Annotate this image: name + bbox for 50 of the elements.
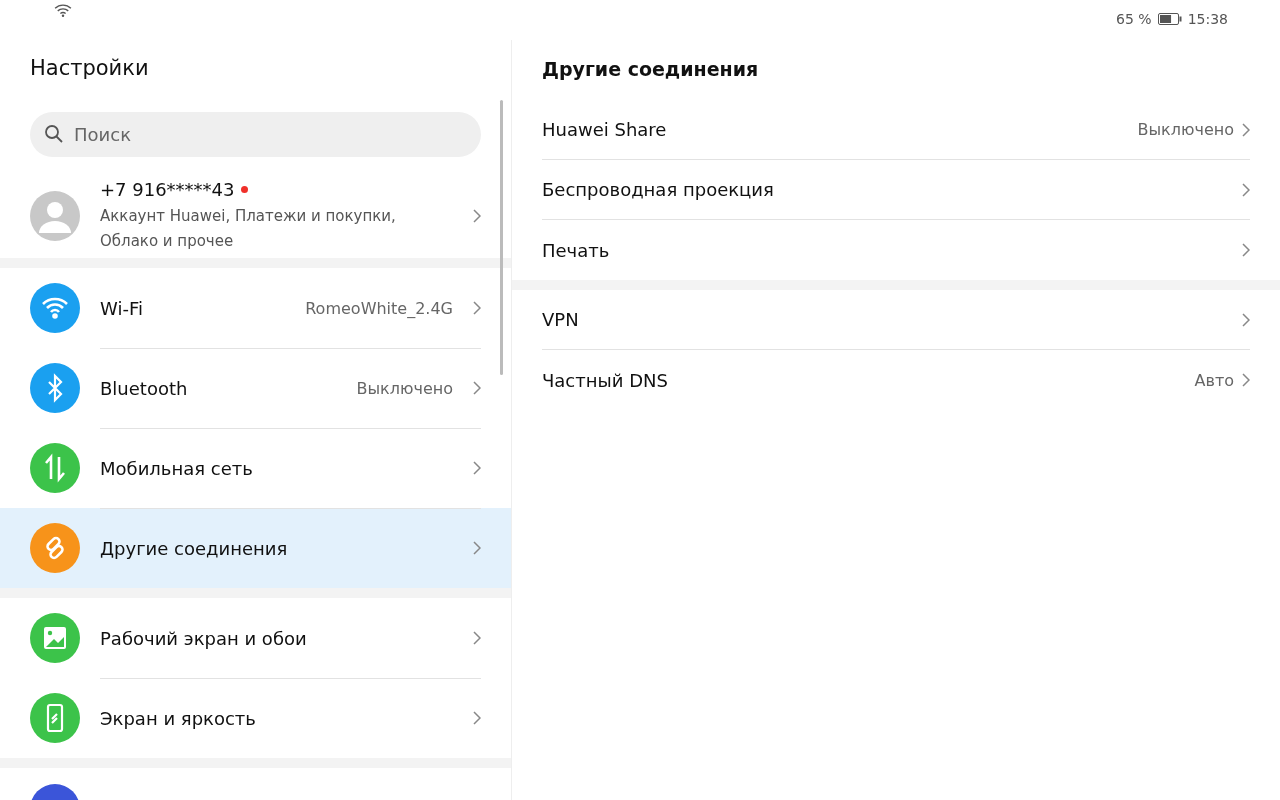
account-row[interactable]: +7 916*****43 Аккаунт Huawei, Платежи и покупки, Облако и прочее	[0, 170, 511, 258]
battery-icon	[1157, 13, 1182, 25]
item-label: Bluetooth	[100, 377, 189, 399]
item-label: Другие соединения	[100, 537, 289, 559]
section-title: Другие соединения	[541, 57, 760, 82]
chevron-icon	[473, 541, 481, 555]
settings-item[interactable]: Беспроводная проекция	[542, 160, 1250, 220]
clock: 15:38	[1187, 11, 1228, 27]
item-value: Выключено	[356, 378, 453, 398]
settings-item[interactable]: Bluetooth Выключено	[0, 348, 511, 428]
item-value: Авто	[1194, 370, 1234, 390]
chevron-icon	[1242, 312, 1250, 327]
account-phone: +7 916*****43	[100, 178, 235, 200]
item-label: Wi-Fi	[100, 297, 144, 319]
avatar-icon	[30, 191, 80, 241]
chevron-icon	[1242, 373, 1250, 387]
item-label: Печать	[542, 239, 611, 261]
chevron-icon	[473, 631, 481, 645]
settings-item[interactable]: Экран и яркость	[0, 678, 511, 758]
item-label: Беспроводная проекция	[542, 179, 775, 200]
chevron-icon	[473, 301, 481, 315]
settings-item[interactable]: Wi-Fi RomeoWhite_2.4G	[0, 268, 511, 348]
item-label: VPN	[542, 309, 580, 330]
settings-item[interactable]: VPN	[542, 290, 1250, 350]
chevron-icon	[473, 209, 481, 223]
chevron-icon	[473, 711, 481, 725]
settings-item[interactable]: Huawei Share Выключено	[542, 100, 1250, 160]
item-label: Мобильная сеть	[100, 457, 254, 479]
settings-item[interactable]: Рабочий экран и обои	[0, 598, 511, 678]
wifi-icon	[54, 3, 72, 17]
chevron-icon	[1242, 243, 1250, 257]
settings-item[interactable]: Мобильная сеть	[0, 428, 511, 508]
settings-item[interactable]: Частный DNS Авто	[542, 350, 1250, 410]
item-label: Huawei Share	[542, 119, 668, 140]
chevron-icon	[473, 461, 481, 475]
item-value: Выключено	[1137, 120, 1234, 139]
item-label: Частный DNS	[542, 369, 669, 391]
search-field[interactable]: Поиск	[30, 112, 481, 157]
item-label: Экран и яркость	[100, 707, 257, 729]
battery-percent: 65 %	[1116, 11, 1152, 27]
scrollbar[interactable]	[500, 100, 503, 375]
chevron-icon	[1242, 122, 1250, 137]
settings-title: Настройки	[29, 55, 150, 82]
chevron-icon	[473, 381, 481, 395]
settings-item[interactable]: Другие соединения	[0, 508, 511, 588]
item-value: RomeoWhite_2.4G	[305, 298, 453, 318]
item-label: Рабочий экран и обои	[100, 627, 308, 649]
settings-item[interactable]: Печать	[542, 220, 1250, 280]
chevron-icon	[1242, 182, 1250, 197]
account-description: Аккаунт Huawei, Платежи и покупки, Облако и прочее	[100, 205, 397, 252]
